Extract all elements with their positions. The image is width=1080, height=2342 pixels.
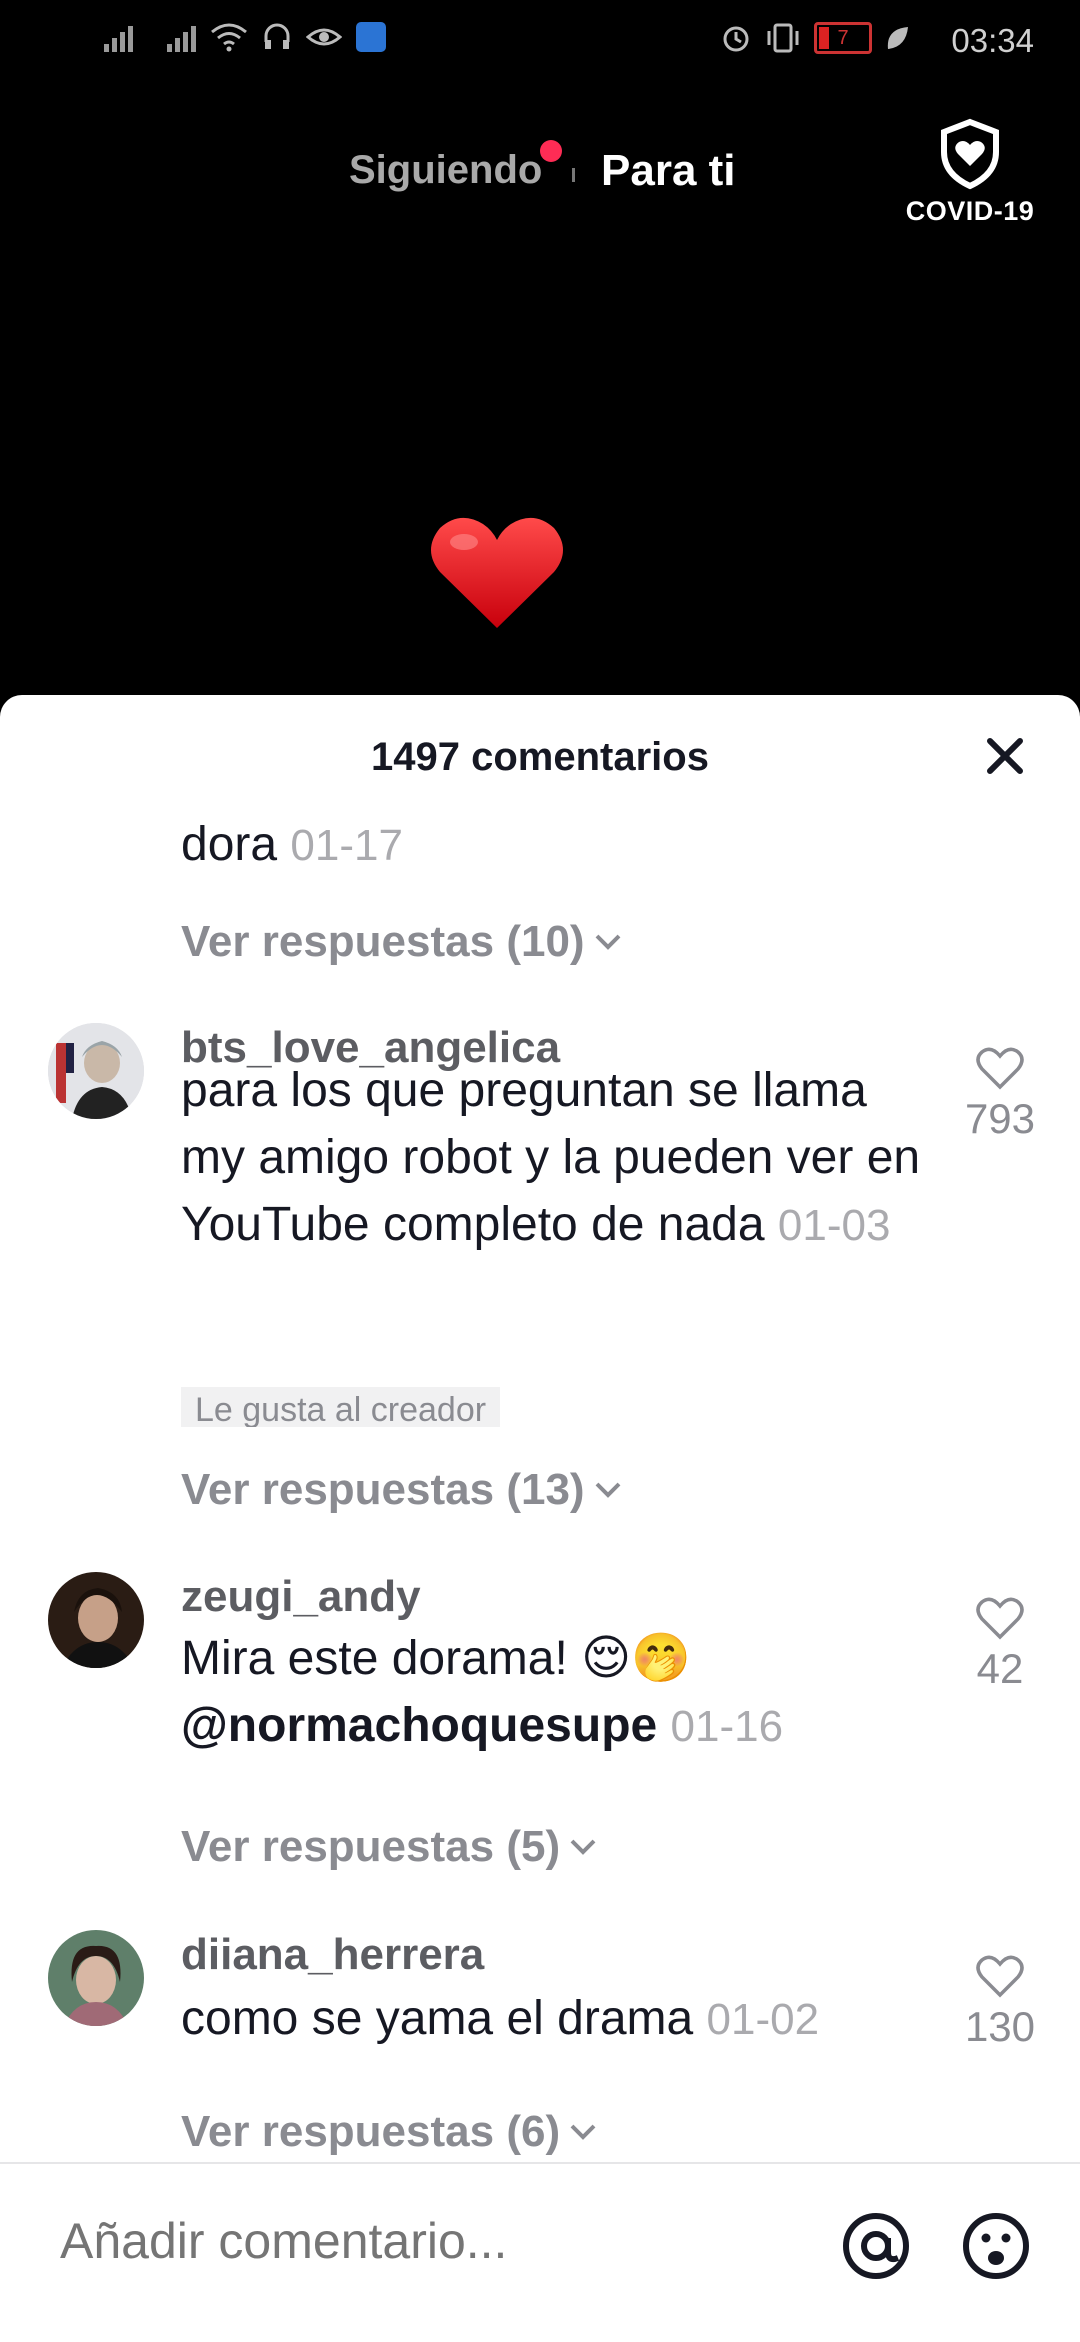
view-replies-button[interactable]: Ver respuestas (13) (181, 1465, 623, 1515)
comment-date: 01-17 (290, 821, 403, 870)
like-count: 793 (964, 1095, 1036, 1142)
like-button[interactable]: 793 (950, 1047, 1050, 1143)
like-count: 130 (964, 2003, 1036, 2050)
eye-icon (306, 28, 342, 46)
view-replies-label: Ver respuestas (6) (181, 2107, 561, 2156)
signal-icon (104, 22, 133, 52)
view-replies-button[interactable]: Ver respuestas (5) (181, 1822, 598, 1872)
status-icons-left (104, 22, 386, 52)
comment-text: dora (181, 818, 278, 871)
comment-text: como se yama el drama (181, 1992, 694, 2045)
wifi-icon (211, 23, 247, 52)
like-count: 42 (976, 1645, 1024, 1692)
view-replies-label: Ver respuestas (10) (181, 917, 585, 966)
comment-date: 01-03 (777, 1201, 891, 1250)
covid-button[interactable]: COVID-19 (900, 118, 1040, 227)
comments-count-title: 1497 comentarios (371, 735, 709, 779)
comment-body: como se yama el drama 01-02 (181, 1985, 941, 2053)
battery-icon: 7 (814, 22, 872, 54)
chevron-down-icon (570, 1839, 596, 1855)
avatar[interactable] (48, 1023, 144, 1119)
like-button[interactable]: 42 (950, 1597, 1050, 1693)
view-replies-button[interactable]: Ver respuestas (6) (181, 2107, 598, 2157)
chevron-down-icon (595, 934, 620, 950)
covid-label: COVID-19 (905, 196, 1035, 226)
mention-at-icon[interactable] (840, 2210, 912, 2282)
view-replies-label: Ver respuestas (13) (181, 1465, 585, 1514)
comment-username[interactable]: diiana_herrera (181, 1930, 484, 1980)
comment-date: 01-02 (706, 1995, 820, 2044)
like-button[interactable]: 130 (950, 1955, 1050, 2051)
comment-body: Mira este dorama! 😌🤭 @normachoquesupe 01… (181, 1625, 941, 1760)
comment-body: para los que preguntan se llama my amigo… (181, 1057, 941, 1259)
liked-by-creator-badge: Le gusta al creador (181, 1387, 501, 1427)
previous-comment-tail: dora 01-17 (181, 817, 403, 872)
heart-outline-icon (976, 1047, 1024, 1090)
tab-following[interactable]: Siguiendo (349, 148, 542, 193)
notification-dot (540, 140, 562, 162)
comment-date: 01-16 (670, 1702, 784, 1751)
vibrate-icon (767, 23, 799, 53)
headphones-icon (264, 23, 290, 49)
security-app-icon (356, 22, 386, 52)
status-icons-right: 7 (720, 22, 910, 54)
heart-outline-icon (976, 1955, 1024, 1998)
comment-input-bar (0, 2162, 1080, 2342)
comment-username[interactable]: zeugi_andy (181, 1572, 421, 1622)
avatar[interactable] (48, 1572, 144, 1668)
chevron-down-icon (570, 2124, 596, 2140)
mention-link[interactable]: @normachoquesupe (181, 1699, 657, 1752)
view-replies-label: Ver respuestas (5) (181, 1822, 561, 1871)
tab-for-you[interactable]: Para ti (601, 146, 736, 196)
shield-heart-icon (941, 118, 999, 190)
avatar[interactable] (48, 1930, 144, 2026)
status-time: 03:34 (951, 22, 1034, 59)
comment-input[interactable] (60, 2212, 800, 2270)
chevron-down-icon (595, 1482, 620, 1498)
comment-text: Mira este dorama! 😌🤭 (181, 1632, 691, 1685)
emoji-icon[interactable] (960, 2210, 1032, 2282)
comments-sheet: 1497 comentarios dora 01-17 Ver respuest… (0, 695, 1080, 2340)
heart-emoji (431, 517, 563, 628)
close-icon[interactable] (980, 731, 1030, 781)
signal-icon-2 (167, 22, 196, 52)
view-replies-button[interactable]: Ver respuestas (10) (181, 917, 623, 967)
battery-level: 7 (837, 27, 849, 49)
alarm-icon (723, 26, 749, 52)
heart-outline-icon (976, 1597, 1024, 1640)
status-bar: 7 03:34 (0, 0, 1080, 86)
tab-divider (572, 168, 575, 182)
leaf-icon (887, 27, 908, 49)
